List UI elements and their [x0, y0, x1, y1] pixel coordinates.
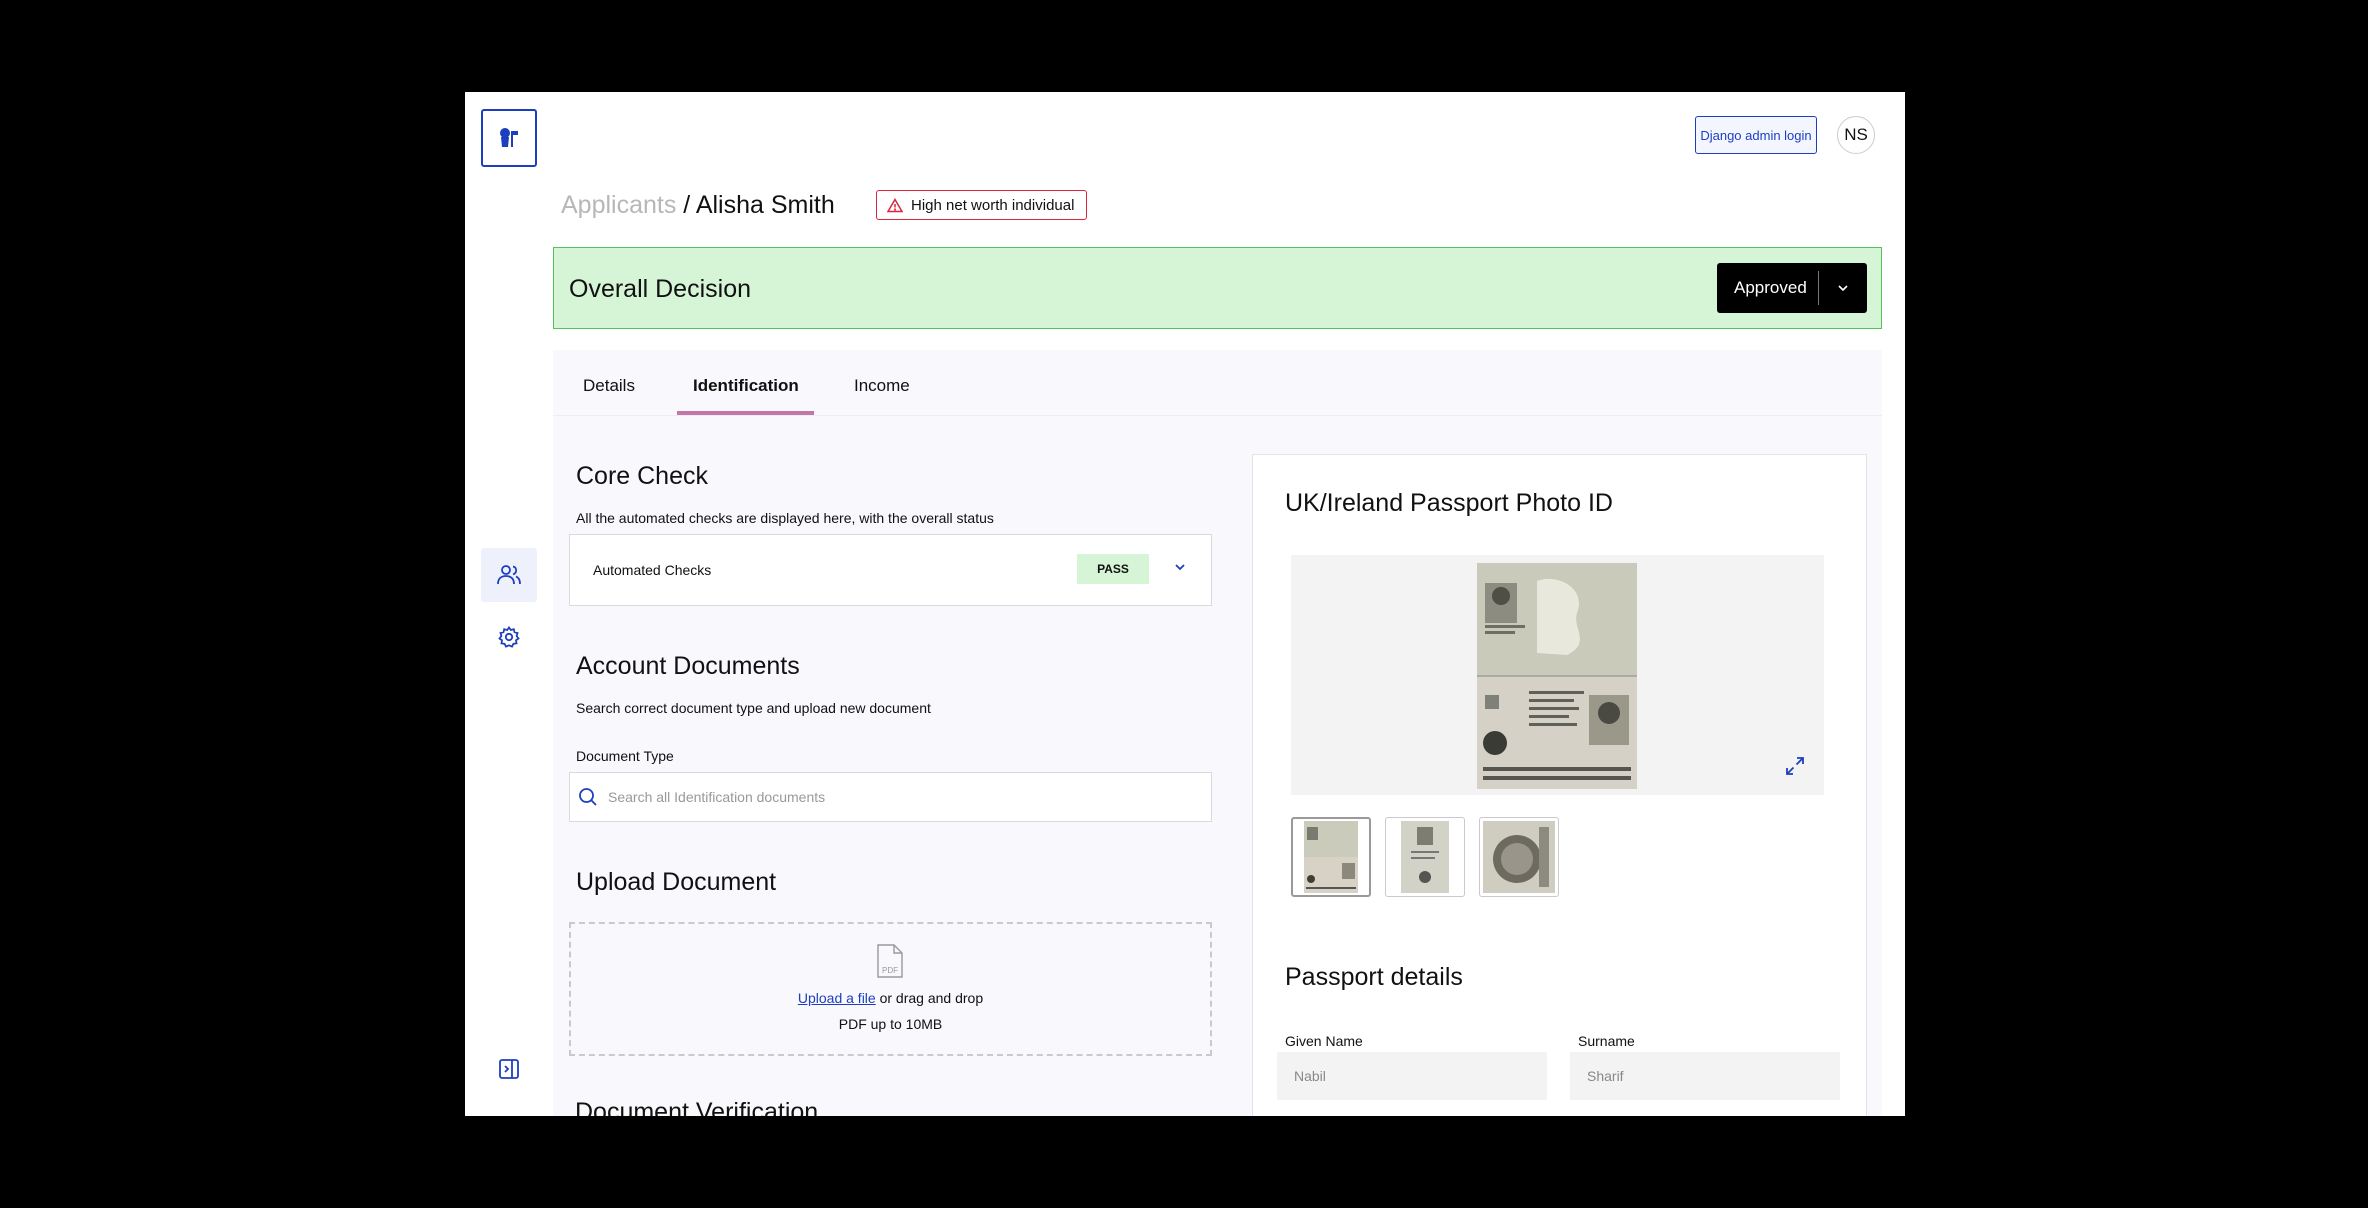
sidebar-item-settings[interactable] [481, 610, 537, 664]
breadcrumb-current: Alisha Smith [695, 191, 835, 219]
tab-bar: Details Identification Income [553, 350, 1882, 416]
given-name-field[interactable] [1277, 1052, 1547, 1100]
core-check-title: Core Check [576, 462, 708, 490]
overall-decision-title: Overall Decision [569, 275, 752, 303]
sidebar-expand-icon [499, 1059, 519, 1079]
automated-checks-label: Automated Checks [593, 562, 712, 578]
sidebar [465, 92, 553, 1116]
account-documents-title: Account Documents [576, 652, 800, 680]
document-type-search-input[interactable] [606, 773, 1200, 821]
decision-selected-value: Approved [1734, 278, 1807, 297]
account-documents-description: Search correct document type and upload … [576, 700, 931, 716]
status-badge: PASS [1077, 554, 1149, 584]
passport-thumbnail-2[interactable] [1385, 817, 1465, 897]
chevron-down-icon [1175, 564, 1185, 571]
automated-checks-row[interactable]: Automated Checks PASS [569, 534, 1212, 606]
breadcrumb: Applicants / Alisha Smith [561, 191, 835, 220]
upload-drag-text: or drag and drop [875, 990, 984, 1006]
app-logo[interactable] [481, 109, 537, 167]
user-avatar[interactable]: NS [1837, 116, 1875, 154]
tab-details[interactable]: Details [583, 376, 635, 396]
warning-triangle-icon [887, 197, 903, 212]
document-type-label: Document Type [576, 748, 674, 764]
core-check-description: All the automated checks are displayed h… [576, 510, 994, 526]
surname-field[interactable] [1570, 1052, 1840, 1100]
passport-card: UK/Ireland Passport Photo ID Passport de… [1252, 454, 1867, 1116]
risk-flag-badge: High net worth individual [876, 190, 1088, 220]
chevron-down-icon [1838, 285, 1848, 292]
document-image-viewer[interactable] [1291, 555, 1824, 795]
upload-dropzone[interactable]: PDF Upload a file or drag and drop PDF u… [569, 922, 1212, 1056]
users-icon [497, 565, 521, 585]
gear-icon [498, 625, 520, 648]
passport-card-title: UK/Ireland Passport Photo ID [1285, 489, 1613, 517]
tab-income[interactable]: Income [854, 376, 910, 396]
decision-chevron[interactable] [1819, 284, 1867, 292]
tab-identification[interactable]: Identification [693, 376, 799, 396]
search-icon [579, 788, 597, 806]
expand-icon [1786, 757, 1804, 775]
passport-image [1477, 563, 1637, 789]
pdf-file-icon: PDF [877, 944, 903, 978]
automated-checks-expand[interactable] [1173, 560, 1187, 579]
passport-details-title: Passport details [1285, 963, 1463, 991]
content-panel: Details Identification Income Core Check… [553, 350, 1882, 1116]
django-admin-login-button[interactable]: Django admin login [1695, 116, 1817, 154]
risk-flag-label: High net worth individual [911, 196, 1075, 214]
document-verification-title: Document Verification [575, 1098, 819, 1116]
surname-label: Surname [1578, 1033, 1635, 1049]
breadcrumb-applicants-link[interactable]: Applicants [561, 191, 676, 219]
decision-dropdown[interactable]: Approved [1717, 263, 1867, 313]
document-type-search [569, 772, 1212, 822]
given-name-label: Given Name [1285, 1033, 1363, 1049]
app-window: Django admin login NS Applicants / Alish… [465, 92, 1905, 1116]
passport-thumbnail-image [1304, 821, 1358, 893]
passport-thumbnail-image [1401, 821, 1449, 893]
keyhole-logo-icon [500, 128, 518, 147]
svg-text:PDF: PDF [882, 966, 898, 975]
passport-thumbnail-1[interactable] [1291, 817, 1371, 897]
passport-thumbnail-3[interactable] [1479, 817, 1559, 897]
collapse-sidebar-button[interactable] [481, 1042, 537, 1096]
breadcrumb-separator: / [676, 191, 696, 219]
upload-hint: PDF up to 10MB [838, 1016, 943, 1032]
upload-file-link[interactable]: Upload a file [798, 990, 876, 1006]
sidebar-item-applicants[interactable] [481, 548, 537, 602]
upload-document-title: Upload Document [576, 868, 777, 896]
passport-thumbnail-image [1483, 821, 1555, 893]
overall-decision-banner: Overall Decision Approved [553, 247, 1882, 329]
active-tab-indicator [677, 411, 814, 415]
expand-image-button[interactable] [1784, 755, 1806, 782]
upload-instructions: Upload a file or drag and drop [571, 990, 1210, 1006]
